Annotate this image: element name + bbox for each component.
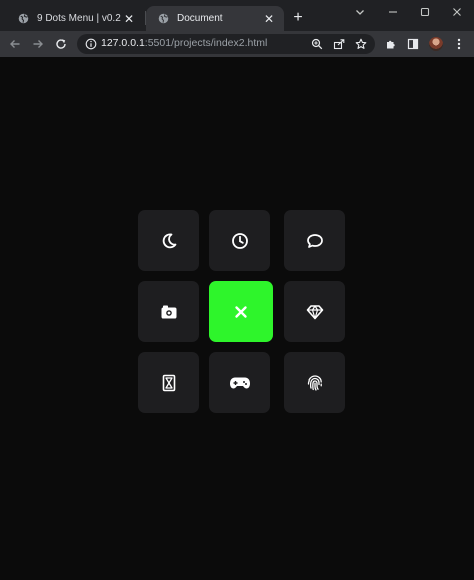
menu-toggle-close-button[interactable]	[209, 281, 273, 342]
minimize-icon[interactable]	[378, 2, 408, 22]
extensions-puzzle-icon[interactable]	[382, 35, 400, 53]
close-tab-icon[interactable]: ✕	[262, 12, 276, 26]
zoom-icon[interactable]	[310, 37, 324, 51]
chat-bubble-icon	[306, 233, 323, 248]
tab-title: 9 Dots Menu | v0.2	[37, 13, 121, 24]
menu-item-fingerprint[interactable]	[284, 352, 345, 413]
tab-strip: 9 Dots Menu | v0.2 ✕ Document ✕ +	[0, 0, 474, 31]
reload-icon[interactable]	[52, 35, 70, 53]
menu-item-moon[interactable]	[138, 210, 199, 271]
close-icon	[235, 305, 247, 318]
maximize-icon[interactable]	[410, 2, 440, 22]
close-tab-icon[interactable]: ✕	[122, 12, 136, 26]
tab-title: Document	[177, 13, 223, 24]
menu-item-camera[interactable]	[138, 281, 199, 342]
menu-item-diamond[interactable]	[284, 281, 345, 342]
site-info-icon[interactable]	[85, 38, 97, 50]
address-bar[interactable]: 127.0.0.1:5501/projects/index2.html	[77, 34, 375, 54]
globe-icon	[158, 13, 169, 24]
profile-avatar[interactable]	[429, 37, 443, 51]
share-icon[interactable]	[332, 37, 346, 51]
side-panel-icon[interactable]	[404, 35, 422, 53]
toolbar: 127.0.0.1:5501/projects/index2.html	[0, 31, 474, 57]
hourglass-icon	[162, 374, 175, 391]
gamepad-icon	[229, 377, 250, 388]
bookmark-star-icon[interactable]	[354, 37, 368, 51]
new-tab-button[interactable]: +	[289, 9, 307, 27]
globe-icon	[18, 13, 29, 24]
page-viewport	[0, 57, 474, 580]
tab-document[interactable]: Document ✕	[146, 6, 284, 31]
clock-icon	[231, 232, 248, 249]
menu-item-gamepad[interactable]	[209, 352, 270, 413]
back-icon[interactable]	[6, 35, 24, 53]
tab-9-dots-menu[interactable]: 9 Dots Menu | v0.2 ✕	[6, 6, 144, 31]
url-text: 127.0.0.1:5501/projects/index2.html	[101, 37, 268, 49]
diamond-icon	[306, 304, 323, 319]
moon-icon	[162, 232, 176, 248]
menu-item-hourglass[interactable]	[138, 352, 199, 413]
camera-icon	[161, 305, 176, 318]
fingerprint-icon	[307, 374, 322, 391]
menu-item-clock[interactable]	[209, 210, 270, 271]
forward-icon[interactable]	[29, 35, 47, 53]
menu-item-chat[interactable]	[284, 210, 345, 271]
tab-search-icon[interactable]	[345, 2, 375, 22]
more-options-icon[interactable]	[450, 35, 468, 53]
browser-window: 9 Dots Menu | v0.2 ✕ Document ✕ + 127.0.…	[0, 0, 474, 580]
close-window-icon[interactable]	[442, 2, 472, 22]
